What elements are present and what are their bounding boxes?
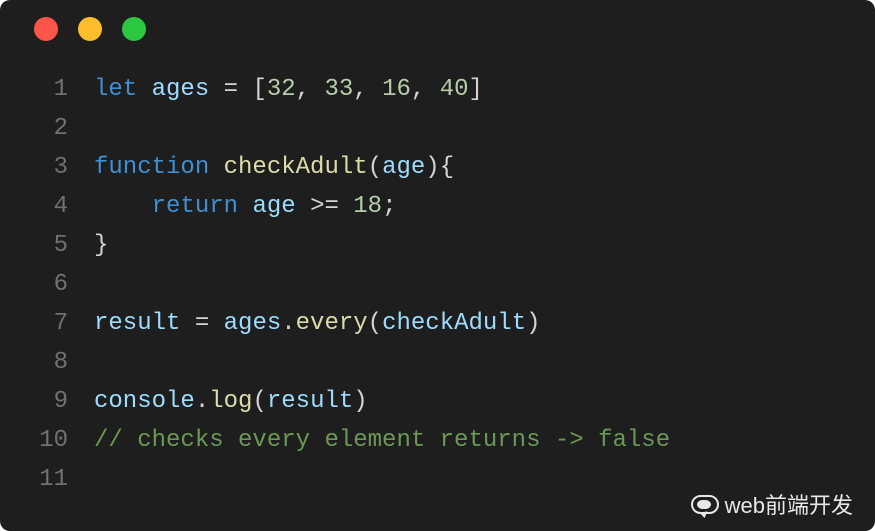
token-paren: ( — [252, 388, 266, 415]
token-op: = — [224, 76, 238, 103]
token-op: >= — [310, 193, 339, 220]
line-content[interactable]: console.log(result) — [94, 382, 875, 421]
watermark-label: web前端开发 — [725, 495, 853, 517]
token-op: . — [281, 310, 295, 337]
token-paren: ) — [425, 154, 439, 181]
line-content[interactable]: function checkAdult(age){ — [94, 148, 875, 187]
token-kw: let — [94, 76, 137, 103]
token-plain — [339, 193, 353, 220]
token-num: 18 — [353, 193, 382, 220]
line-number: 6 — [0, 265, 94, 304]
line-number: 10 — [0, 421, 94, 460]
token-plain — [137, 76, 151, 103]
token-plain — [94, 193, 152, 220]
code-line[interactable]: 2 — [0, 109, 875, 148]
line-content[interactable]: result = ages.every(checkAdult) — [94, 304, 875, 343]
window-titlebar — [0, 0, 875, 58]
token-var: age — [382, 154, 425, 181]
token-obj: console — [94, 388, 195, 415]
token-plain — [368, 76, 382, 103]
close-icon[interactable] — [34, 17, 58, 41]
line-number: 11 — [0, 460, 94, 499]
token-fn: checkAdult — [224, 154, 368, 181]
token-obj: ages — [224, 310, 282, 337]
code-line[interactable]: 7result = ages.every(checkAdult) — [0, 304, 875, 343]
token-var: age — [252, 193, 295, 220]
token-num: 33 — [324, 76, 353, 103]
token-op: = — [195, 310, 209, 337]
line-number: 5 — [0, 226, 94, 265]
line-content[interactable]: let ages = [32, 33, 16, 40] — [94, 70, 875, 109]
line-content[interactable]: return age >= 18; — [94, 187, 875, 226]
token-cmt: // checks every element returns -> false — [94, 427, 670, 454]
token-plain — [180, 310, 194, 337]
token-num: 40 — [440, 76, 469, 103]
code-line[interactable]: 9console.log(result) — [0, 382, 875, 421]
token-fn: log — [209, 388, 252, 415]
line-number: 4 — [0, 187, 94, 226]
token-plain — [425, 76, 439, 103]
minimize-icon[interactable] — [78, 17, 102, 41]
token-fn: every — [296, 310, 368, 337]
line-number: 1 — [0, 70, 94, 109]
token-op: ; — [382, 193, 396, 220]
token-plain — [209, 76, 223, 103]
token-paren: } — [94, 232, 108, 259]
line-number: 8 — [0, 343, 94, 382]
token-op: [ — [252, 76, 266, 103]
code-line[interactable]: 4 return age >= 18; — [0, 187, 875, 226]
token-num: 16 — [382, 76, 411, 103]
token-paren: ) — [353, 388, 367, 415]
token-kw: return — [152, 193, 238, 220]
watermark: web前端开发 — [691, 495, 853, 517]
line-content[interactable]: // checks every element returns -> false — [94, 421, 875, 460]
token-num: 32 — [267, 76, 296, 103]
code-line[interactable]: 1let ages = [32, 33, 16, 40] — [0, 70, 875, 109]
token-var: result — [267, 388, 353, 415]
token-op: , — [353, 76, 367, 103]
token-paren: ( — [368, 310, 382, 337]
editor-window: 1let ages = [32, 33, 16, 40]23function c… — [0, 0, 875, 531]
token-plain — [238, 76, 252, 103]
code-line[interactable]: 3function checkAdult(age){ — [0, 148, 875, 187]
code-line[interactable]: 6 — [0, 265, 875, 304]
token-plain — [296, 193, 310, 220]
token-paren: { — [440, 154, 454, 181]
line-content[interactable]: } — [94, 226, 875, 265]
token-paren: ( — [368, 154, 382, 181]
token-plain — [209, 310, 223, 337]
code-line[interactable]: 5} — [0, 226, 875, 265]
token-op: , — [296, 76, 310, 103]
token-plain — [238, 193, 252, 220]
token-paren: ) — [526, 310, 540, 337]
code-line[interactable]: 8 — [0, 343, 875, 382]
token-kw: function — [94, 154, 209, 181]
line-number: 2 — [0, 109, 94, 148]
line-number: 7 — [0, 304, 94, 343]
line-number: 9 — [0, 382, 94, 421]
zoom-icon[interactable] — [122, 17, 146, 41]
line-number: 3 — [0, 148, 94, 187]
wechat-icon — [691, 495, 719, 517]
code-area[interactable]: 1let ages = [32, 33, 16, 40]23function c… — [0, 58, 875, 499]
token-plain — [209, 154, 223, 181]
token-var: result — [94, 310, 180, 337]
token-plain — [310, 76, 324, 103]
token-op: . — [195, 388, 209, 415]
token-var: checkAdult — [382, 310, 526, 337]
token-var: ages — [152, 76, 210, 103]
token-op: , — [411, 76, 425, 103]
code-line[interactable]: 10// checks every element returns -> fal… — [0, 421, 875, 460]
token-op: ] — [469, 76, 483, 103]
